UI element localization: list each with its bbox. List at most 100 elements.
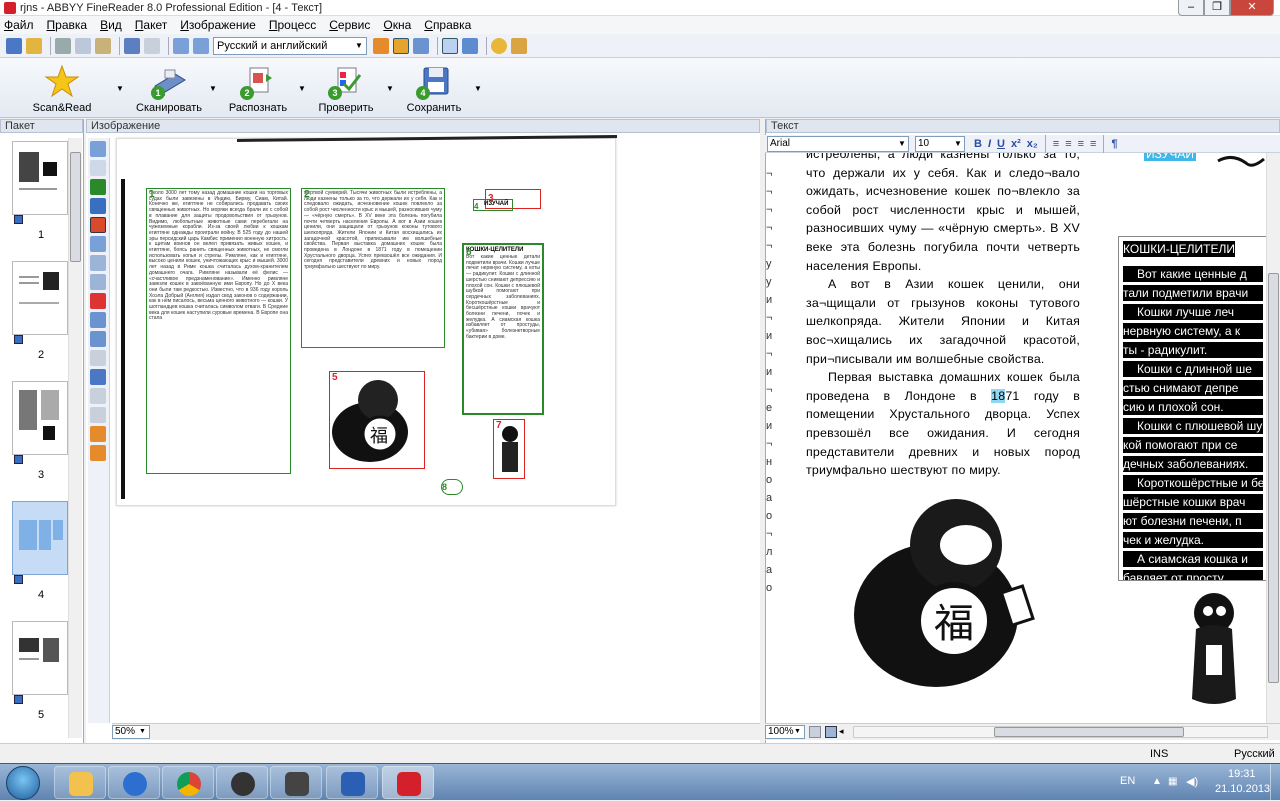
- language-select[interactable]: Русский и английский ▼: [213, 36, 367, 55]
- delete-block-icon[interactable]: [90, 293, 106, 309]
- picture-block-5[interactable]: 5 福: [329, 371, 425, 469]
- new-batch-icon[interactable]: [6, 37, 22, 54]
- text-block-1[interactable]: 1 Около 3000 лет тому назад домашние кош…: [146, 188, 291, 474]
- text-block-2[interactable]: 2 жертвой суеверий. Тысячи животных были…: [301, 188, 445, 348]
- align-right-icon[interactable]: ≡: [1078, 138, 1084, 150]
- tray-time[interactable]: 19:31: [1228, 768, 1256, 780]
- maximize-button[interactable]: ❐: [1204, 0, 1230, 16]
- open-icon[interactable]: [26, 37, 42, 54]
- superscript-button[interactable]: x²: [1011, 138, 1021, 150]
- text-vertical-scrollbar[interactable]: [1266, 153, 1280, 723]
- taskbar-itunes[interactable]: [108, 766, 160, 799]
- taskbar-word[interactable]: [326, 766, 378, 799]
- options-gear-icon[interactable]: [491, 37, 507, 54]
- menu-help[interactable]: Справка: [424, 18, 471, 32]
- align-left-icon[interactable]: ≡: [1053, 138, 1059, 150]
- crop-icon[interactable]: [90, 369, 106, 385]
- taskbar-explorer[interactable]: [54, 766, 106, 799]
- pilcrow-button[interactable]: ¶: [1111, 138, 1117, 150]
- picture-block-icon[interactable]: [90, 217, 106, 233]
- image-window-icon[interactable]: [373, 37, 389, 54]
- menu-tools[interactable]: Сервис: [329, 18, 370, 32]
- tray-date[interactable]: 21.10.2013: [1215, 783, 1270, 795]
- page-thumbnail-2[interactable]: [12, 261, 68, 335]
- input-language[interactable]: EN: [1120, 775, 1135, 787]
- italic-button[interactable]: I: [988, 138, 991, 150]
- save-button[interactable]: 4 Сохранить: [398, 60, 470, 114]
- recognize-dropdown-icon[interactable]: ▼: [298, 84, 306, 93]
- text-block-6[interactable]: 6 КОШКИ-ЦЕЛИТЕЛИ Вот какие ценные детали…: [462, 243, 544, 415]
- page-thumbnail-4[interactable]: [12, 501, 68, 575]
- cut-block-icon[interactable]: [90, 274, 106, 290]
- menu-view[interactable]: Вид: [100, 18, 122, 32]
- page-thumbnail-3[interactable]: [12, 381, 68, 455]
- picture-block-7[interactable]: 7: [493, 419, 525, 479]
- close-button[interactable]: ✕: [1230, 0, 1274, 16]
- view-mode-icon[interactable]: [809, 726, 821, 738]
- check-dropdown-icon[interactable]: ▼: [386, 84, 394, 93]
- taskbar-finereader[interactable]: [382, 766, 434, 799]
- undo-icon[interactable]: [124, 37, 140, 54]
- text-window-icon[interactable]: [413, 37, 429, 54]
- text-horizontal-scrollbar[interactable]: [853, 726, 1268, 738]
- split-horizontal-icon[interactable]: [462, 37, 478, 54]
- text-block-8[interactable]: 8: [441, 479, 463, 495]
- add-block-icon[interactable]: [90, 255, 106, 271]
- image-props-icon[interactable]: [90, 445, 106, 461]
- zoom-window-icon[interactable]: [90, 426, 106, 442]
- taskbar-steam[interactable]: [270, 766, 322, 799]
- rotate-icon[interactable]: [90, 331, 106, 347]
- image-zoom-select[interactable]: 50% ▼: [112, 725, 150, 739]
- copy-icon[interactable]: [75, 37, 91, 54]
- scan-button[interactable]: 1 Сканировать: [133, 60, 205, 114]
- font-select[interactable]: Arial ▼: [767, 135, 909, 152]
- volume-icon[interactable]: ◀): [1186, 775, 1198, 788]
- text-block-4[interactable]: 4 ИЗУЧАЙ: [473, 199, 513, 211]
- menu-windows[interactable]: Окна: [383, 18, 411, 32]
- justify-icon[interactable]: ≡: [1090, 138, 1096, 150]
- scanned-page[interactable]: 1 Около 3000 лет тому назад домашние кош…: [116, 135, 618, 506]
- menu-process[interactable]: Процесс: [269, 18, 316, 32]
- page-thumbnail-1[interactable]: [12, 141, 68, 215]
- scan-dropdown-icon[interactable]: ▼: [209, 84, 217, 93]
- next-page-icon[interactable]: [193, 37, 209, 54]
- grid-icon[interactable]: [90, 350, 106, 366]
- select-area-icon[interactable]: [90, 160, 106, 176]
- scan-read-button[interactable]: Scan&Read: [30, 60, 94, 114]
- pointer-icon[interactable]: [90, 236, 106, 252]
- check-button[interactable]: 3 Проверить: [310, 60, 382, 114]
- help-book-icon[interactable]: [511, 37, 527, 54]
- prev-page-icon[interactable]: [173, 37, 189, 54]
- eraser-icon[interactable]: [90, 388, 106, 404]
- analyze-icon[interactable]: [90, 141, 106, 157]
- paste-icon[interactable]: [95, 37, 111, 54]
- subscript-button[interactable]: x₂: [1027, 138, 1038, 150]
- page-thumbnail-5[interactable]: [12, 621, 68, 695]
- menu-edit[interactable]: Правка: [47, 18, 88, 32]
- sidebar-text-frame[interactable]: КОШКИ-ЦЕЛИТЕЛИ Вот какие ценные д тали по…: [1118, 236, 1268, 581]
- table-block-icon[interactable]: [90, 198, 106, 214]
- scroll-left-icon[interactable]: ◂: [839, 726, 844, 737]
- taskbar-chrome[interactable]: [162, 766, 214, 799]
- font-size-select[interactable]: 10 ▼: [915, 135, 965, 152]
- taskbar-media[interactable]: [216, 766, 268, 799]
- tray-arrow-icon[interactable]: ▲: [1152, 776, 1162, 787]
- save-dropdown-icon[interactable]: ▼: [474, 84, 482, 93]
- text-column-2[interactable]: истреблены, а люди казнены только за то,…: [806, 153, 1080, 480]
- split-vertical-icon[interactable]: [442, 37, 458, 54]
- recognize-button[interactable]: 2 Распознать: [222, 60, 294, 114]
- view-mode-2-icon[interactable]: [825, 726, 837, 738]
- start-button[interactable]: [6, 766, 40, 800]
- order-icon[interactable]: [90, 312, 106, 328]
- text-zoom-select[interactable]: 100% ▼: [765, 725, 805, 739]
- invert-icon[interactable]: [90, 407, 106, 423]
- bold-button[interactable]: B: [974, 138, 982, 150]
- menu-file[interactable]: Файл: [4, 18, 34, 32]
- minimize-button[interactable]: –: [1178, 0, 1204, 16]
- redo-icon[interactable]: [144, 37, 160, 54]
- network-icon[interactable]: ▦: [1168, 776, 1177, 787]
- menu-batch[interactable]: Пакет: [135, 18, 167, 32]
- align-center-icon[interactable]: ≡: [1065, 138, 1071, 150]
- image-text-window-icon[interactable]: [393, 37, 409, 54]
- show-desktop-button[interactable]: [1270, 764, 1280, 801]
